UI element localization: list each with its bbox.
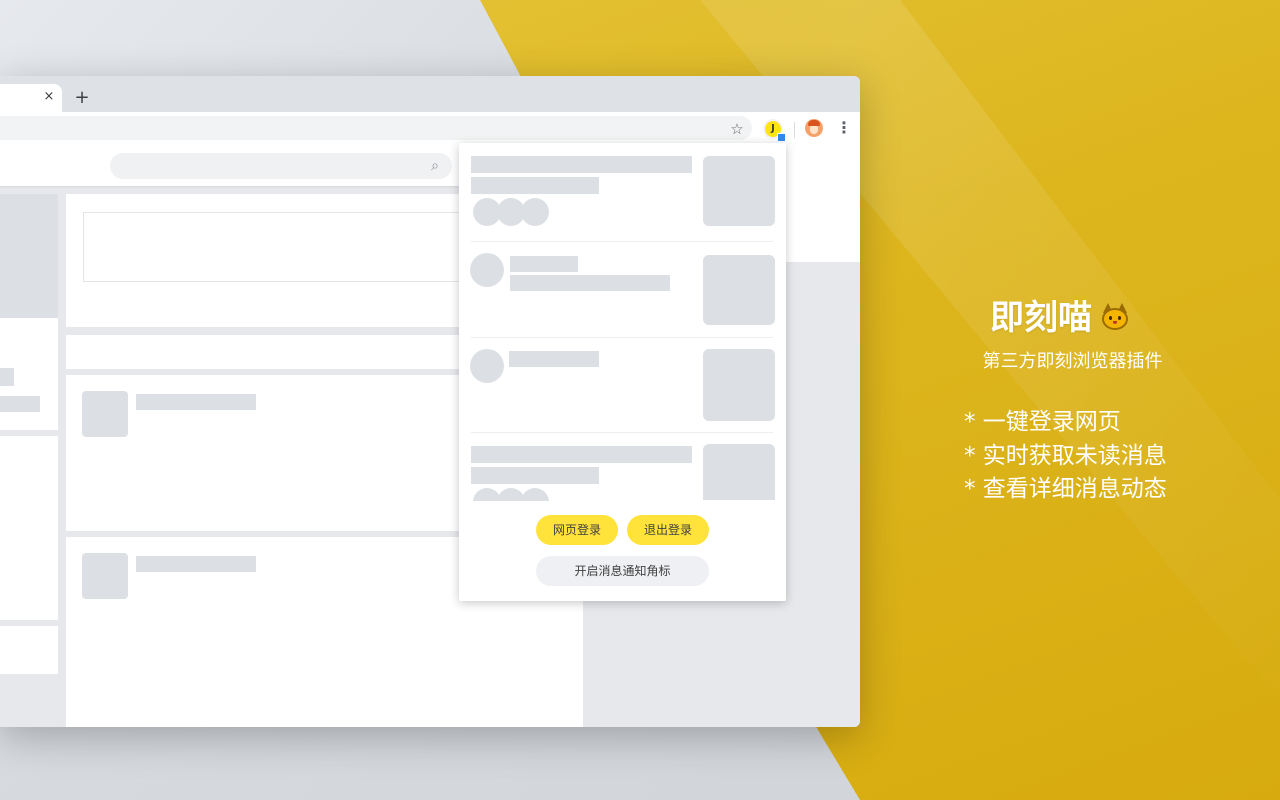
divider: [471, 432, 773, 433]
divider: [471, 241, 773, 242]
bookmark-star-icon[interactable]: ☆: [727, 119, 747, 139]
skeleton-line: [136, 394, 256, 410]
skeleton-avatar: [82, 553, 128, 599]
skeleton-line: [509, 351, 599, 367]
post-composer: [66, 194, 466, 327]
close-tab-icon[interactable]: ×: [42, 90, 56, 104]
feature-item: * 一键登录网页: [964, 409, 1121, 435]
left-sidebar-card: [0, 626, 58, 674]
browser-menu-icon[interactable]: ⋮: [836, 119, 852, 139]
promo-title-text: 即刻喵: [990, 298, 1092, 338]
skeleton-line: [471, 446, 692, 463]
skeleton-avatar: [521, 198, 549, 226]
browser-tab[interactable]: ×: [0, 84, 62, 112]
composer-input[interactable]: [83, 212, 466, 282]
skeleton-avatar: [82, 391, 128, 437]
notification-badge: [777, 133, 786, 142]
feed-tabs: [66, 335, 466, 369]
skeleton-avatar: [470, 349, 504, 383]
left-sidebar-card: [0, 194, 58, 430]
skeleton-line: [471, 156, 692, 173]
skeleton-line: [0, 368, 14, 386]
skeleton-thumbnail: [703, 156, 775, 226]
feed-card: [66, 375, 466, 531]
web-login-button[interactable]: 网页登录: [536, 515, 618, 545]
enable-badge-button[interactable]: 开启消息通知角标: [536, 556, 709, 586]
browser-toolbar: ☆ J ⋮: [0, 112, 860, 144]
left-sidebar-card: [0, 436, 58, 620]
skeleton-line: [510, 256, 578, 272]
profile-avatar[interactable]: [805, 119, 823, 137]
feature-item: * 查看详细消息动态: [964, 476, 1167, 502]
skeleton-line: [510, 275, 670, 291]
new-tab-button[interactable]: +: [72, 88, 92, 108]
toolbar-divider: [794, 122, 795, 138]
skeleton-thumbnail: [703, 255, 775, 325]
skeleton-line: [471, 177, 599, 194]
skeleton-avatar: [470, 253, 504, 287]
address-bar[interactable]: [0, 116, 752, 140]
promo-subtitle: 第三方即刻浏览器插件: [982, 351, 1163, 372]
jike-extension-popup: 网页登录 退出登录 开启消息通知角标: [459, 143, 786, 601]
skeleton-thumbnail: [703, 444, 775, 500]
feature-item: * 实时获取未读消息: [964, 443, 1167, 469]
cat-face-icon: [1100, 302, 1130, 332]
logout-button[interactable]: 退出登录: [627, 515, 709, 545]
skeleton-line: [136, 556, 256, 572]
search-icon[interactable]: ⌕: [426, 157, 444, 175]
popup-actions: 网页登录 退出登录 开启消息通知角标: [459, 501, 786, 601]
skeleton-cover: [0, 194, 58, 318]
divider: [471, 337, 773, 338]
skeleton-line: [471, 467, 599, 484]
site-search-input[interactable]: ⌕: [110, 153, 452, 179]
avatar-hair: [808, 120, 820, 126]
jike-extension-button[interactable]: J: [763, 119, 786, 142]
skeleton-thumbnail: [703, 349, 775, 421]
promo-title: 即刻喵: [950, 294, 1170, 342]
tab-bar: × +: [0, 76, 860, 112]
skeleton-line: [0, 396, 40, 412]
